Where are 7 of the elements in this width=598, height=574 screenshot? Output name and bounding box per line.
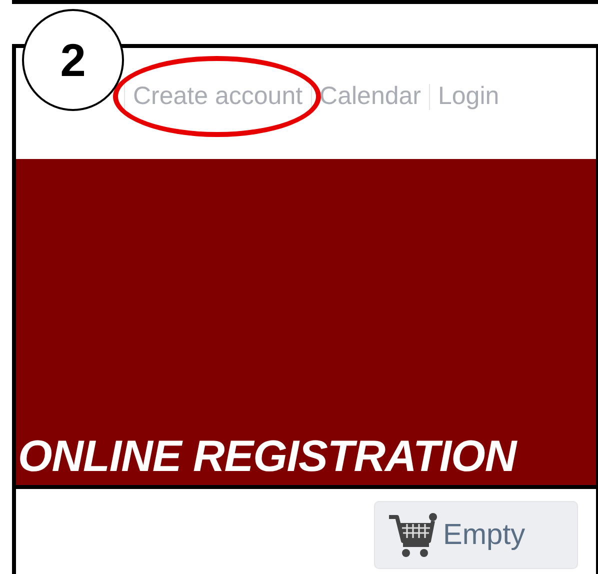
nav-link[interactable]: Login — [438, 82, 500, 111]
cart-button[interactable]: Empty — [374, 501, 578, 569]
banner-title: ONLINE REGISTRATION — [17, 435, 516, 483]
step-number-badge: 2 — [22, 9, 124, 111]
cart-icon — [387, 511, 437, 559]
nav-link[interactable]: Create account — [133, 82, 303, 111]
nav-link[interactable]: Calendar — [320, 82, 421, 111]
